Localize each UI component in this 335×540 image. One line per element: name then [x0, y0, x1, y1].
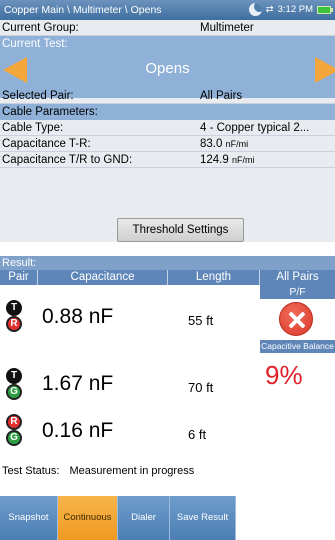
parameters-panel: Current Group: Multimeter Current Test: … — [0, 20, 335, 242]
dialer-button[interactable]: Dialer — [118, 496, 170, 540]
capacitance-value: 1.67 nF — [42, 372, 114, 395]
current-test-row: Current Test: — [0, 36, 335, 52]
length-value: 70 ft — [188, 380, 214, 395]
pair-r-icon: R — [6, 316, 22, 332]
capacitance-gnd-number: 124.9 — [200, 154, 229, 166]
length-value: 6 ft — [188, 427, 207, 442]
battery-icon — [317, 5, 333, 14]
capacitance-gnd-value: 124.9 nF/mi — [200, 152, 254, 168]
capacitance-value: 0.16 nF — [42, 419, 114, 442]
cable-type-value: 4 - Copper typical 2... — [200, 122, 310, 134]
capacitance-tr-value: 83.0 nF/mi — [200, 136, 248, 152]
cable-parameters-row: Cable Parameters: — [0, 104, 335, 120]
pair-r-icon: R — [6, 414, 22, 430]
next-test-arrow-icon[interactable] — [315, 57, 335, 83]
selected-pair-value: All Pairs — [200, 90, 243, 102]
pair-g-icon: G — [6, 384, 22, 400]
capacitance-tr-label: Capacitance T-R: — [2, 138, 91, 150]
current-test-name: Opens — [145, 60, 190, 77]
pair-t-icon: T — [6, 368, 22, 384]
capacitive-balance-value: 9% — [265, 360, 303, 390]
test-status-label: Test Status: — [2, 465, 60, 477]
snapshot-button[interactable]: Snapshot — [0, 496, 58, 540]
bottom-toolbar: Snapshot Continuous Dialer Save Result — [0, 496, 335, 540]
pass-fail-header: P/F — [260, 285, 335, 299]
capacitance-gnd-row[interactable]: Capacitance T/R to GND: 124.9 nF/mi — [0, 152, 335, 168]
capacitance-gnd-unit: nF/mi — [231, 155, 255, 165]
selected-pair-label: Selected Pair: — [2, 90, 74, 102]
continuous-button[interactable]: Continuous — [58, 496, 118, 540]
capacitive-balance-header: Capacitive Balance — [260, 340, 335, 353]
column-all-pairs: All Pairs — [276, 271, 319, 283]
transfer-icon: ⇄ — [265, 4, 274, 15]
current-group-row: Current Group: Multimeter — [0, 20, 335, 36]
current-group-label: Current Group: — [2, 22, 79, 34]
capacitance-tr-row[interactable]: Capacitance T-R: 83.0 nF/mi — [0, 136, 335, 152]
column-pair: Pair — [0, 270, 38, 285]
pair-t-icon: T — [6, 300, 22, 316]
title-bar: Copper Main \ Multimeter \ Opens ⇄ 3:12 … — [0, 0, 335, 20]
capacitance-tr-number: 83.0 — [200, 138, 223, 150]
breadcrumb: Copper Main \ Multimeter \ Opens — [4, 4, 162, 16]
column-capacitance: Capacitance — [38, 270, 168, 285]
selected-pair-row[interactable]: Selected Pair: All Pairs — [0, 88, 335, 104]
status-area: ⇄ 3:12 PM — [248, 3, 333, 16]
cable-type-row[interactable]: Cable Type: 4 - Copper typical 2... — [0, 120, 335, 136]
current-test-label: Current Test: — [2, 38, 68, 50]
result-header: Result: — [0, 256, 335, 270]
test-status: Test Status: Measurement in progress — [2, 465, 194, 477]
test-status-value: Measurement in progress — [69, 465, 195, 477]
pair-g-icon: G — [6, 430, 22, 446]
clock-time: 3:12 PM — [277, 4, 313, 15]
cable-type-label: Cable Type: — [2, 122, 64, 134]
capacitance-tr-unit: nF/mi — [225, 139, 249, 149]
moon-icon — [248, 3, 262, 16]
threshold-settings-button[interactable]: Threshold Settings — [117, 218, 244, 242]
cable-parameters-label: Cable Parameters: — [2, 106, 98, 118]
fail-x-icon — [279, 302, 313, 336]
save-result-button[interactable]: Save Result — [170, 496, 236, 540]
length-value: 55 ft — [188, 313, 214, 328]
column-length: Length — [168, 270, 260, 285]
result-column-headers: Pair Capacitance Length All Pairs — [0, 270, 335, 285]
current-group-value: Multimeter — [200, 22, 254, 34]
capacitance-value: 0.88 nF — [42, 305, 114, 328]
capacitance-gnd-label: Capacitance T/R to GND: — [2, 154, 133, 166]
